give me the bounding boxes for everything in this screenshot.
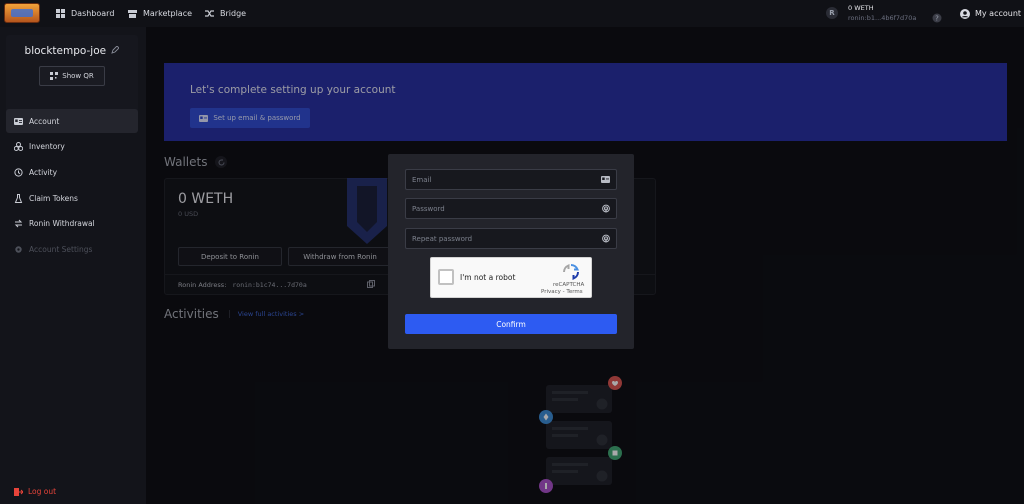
sidebar-item-label: Inventory (29, 142, 65, 152)
sidebar-item-label: Activity (29, 167, 58, 177)
recaptcha-logo-icon (562, 263, 580, 281)
my-account-label: My account (975, 9, 1022, 18)
logout-button[interactable]: Log out (14, 487, 56, 496)
recaptcha-links[interactable]: Privacy - Terms (541, 289, 583, 295)
email-field[interactable] (405, 169, 617, 190)
sidebar-item-label: Claim Tokens (29, 193, 78, 203)
gear-icon (15, 246, 22, 253)
sidebar-item-account-settings[interactable]: Account Settings (6, 237, 138, 261)
username-text: blocktempo-joe (24, 45, 107, 57)
recaptcha-brand: reCAPTCHA (553, 282, 585, 288)
repeat-password-input[interactable] (412, 234, 592, 243)
my-account-button[interactable]: My account (960, 0, 1021, 27)
ronin-icon: R (826, 7, 838, 19)
store-icon (128, 9, 137, 18)
history-icon (14, 168, 23, 177)
id-card-icon (601, 176, 610, 183)
axie-logo[interactable] (4, 3, 40, 23)
sidebar-menu: Account Inventory Activity Claim Tokens … (6, 109, 138, 263)
sidebar-item-claim-tokens[interactable]: Claim Tokens (6, 186, 138, 210)
swap-icon (14, 219, 23, 228)
nav-label: Bridge (220, 9, 247, 18)
confirm-button[interactable]: Confirm (405, 314, 617, 334)
email-input[interactable] (412, 175, 592, 184)
sidebar-item-inventory[interactable]: Inventory (6, 135, 138, 159)
password-input[interactable] (412, 204, 592, 213)
nav-label: Dashboard (71, 9, 115, 18)
username: blocktempo-joe (6, 45, 138, 57)
qr-icon (50, 72, 59, 80)
nav-bridge[interactable]: Bridge (205, 0, 246, 27)
flask-icon (14, 193, 23, 203)
fingerprint-icon (602, 204, 610, 213)
sidebar: blocktempo-joe Show QR Account Inventory… (0, 27, 146, 504)
setup-account-modal: I'm not a robot reCAPTCHA Privacy - Term… (388, 154, 634, 349)
recaptcha-widget: I'm not a robot reCAPTCHA Privacy - Term… (430, 257, 592, 298)
edit-icon[interactable] (111, 45, 121, 57)
nav-dashboard[interactable]: Dashboard (56, 0, 114, 27)
top-bar: Dashboard Marketplace Bridge R 0 WETH ro… (0, 0, 1024, 27)
grid-icon (56, 9, 65, 18)
nav-marketplace[interactable]: Marketplace (128, 0, 192, 27)
shuffle-icon (205, 9, 214, 18)
user-icon (960, 8, 970, 19)
logout-label: Log out (28, 487, 57, 496)
repeat-password-field[interactable] (405, 228, 617, 249)
sidebar-item-account[interactable]: Account (6, 109, 138, 133)
svg-text:?: ? (935, 15, 939, 23)
topbar-balance: 0 WETH (848, 4, 874, 12)
boxes-icon (14, 142, 23, 152)
sidebar-item-label: Account (29, 116, 60, 126)
id-card-icon (14, 117, 23, 125)
sidebar-item-label: Account Settings (29, 244, 93, 254)
show-qr-button[interactable]: Show QR (39, 66, 105, 86)
sidebar-item-activity[interactable]: Activity (6, 160, 138, 184)
password-field[interactable] (405, 198, 617, 219)
sidebar-item-label: Ronin Withdrawal (29, 219, 95, 229)
wallet-chip[interactable]: 0 WETH ronin:b1...4b6f7d70a (848, 3, 916, 23)
topbar-address: ronin:b1...4b6f7d70a (848, 14, 917, 22)
recaptcha-label: I'm not a robot (460, 273, 516, 282)
logout-icon (14, 487, 23, 496)
help-icon[interactable]: ? (932, 8, 942, 23)
recaptcha-checkbox[interactable] (438, 269, 454, 285)
show-qr-label: Show QR (62, 72, 94, 80)
nav-label: Marketplace (143, 9, 193, 18)
fingerprint-icon (602, 234, 610, 243)
sidebar-item-ronin-withdrawal[interactable]: Ronin Withdrawal (6, 212, 138, 236)
